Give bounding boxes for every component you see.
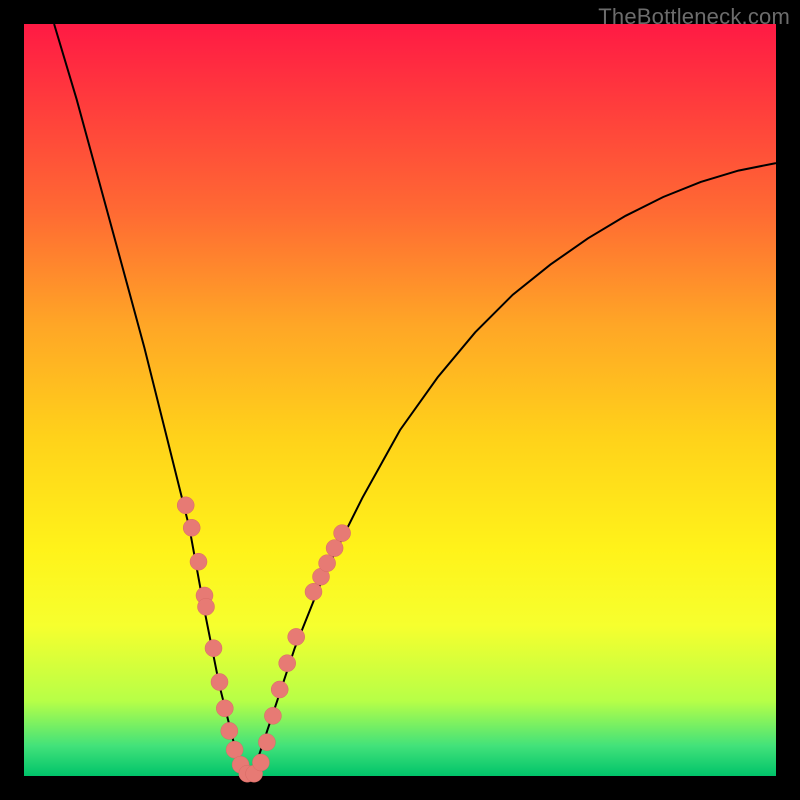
highlighted-dots-group [177,497,350,782]
highlight-dot [190,553,207,570]
highlight-dot [252,754,269,771]
highlight-dot [334,525,351,542]
highlight-dot [258,734,275,751]
highlight-dot [288,628,305,645]
highlight-dot [221,722,238,739]
highlight-dot [216,700,233,717]
highlight-dot [183,519,200,536]
highlight-dot [205,640,222,657]
highlight-dot [326,540,343,557]
highlight-dot [279,655,296,672]
highlight-dot [271,681,288,698]
highlight-dot [264,707,281,724]
bottleneck-curve [54,24,776,776]
chart-svg [24,24,776,776]
highlight-dot [305,583,322,600]
highlight-dot [226,741,243,758]
highlight-dot [198,598,215,615]
highlight-dot [211,674,228,691]
chart-frame [24,24,776,776]
watermark-text: TheBottleneck.com [598,4,790,30]
highlight-dot [319,555,336,572]
highlight-dot [177,497,194,514]
